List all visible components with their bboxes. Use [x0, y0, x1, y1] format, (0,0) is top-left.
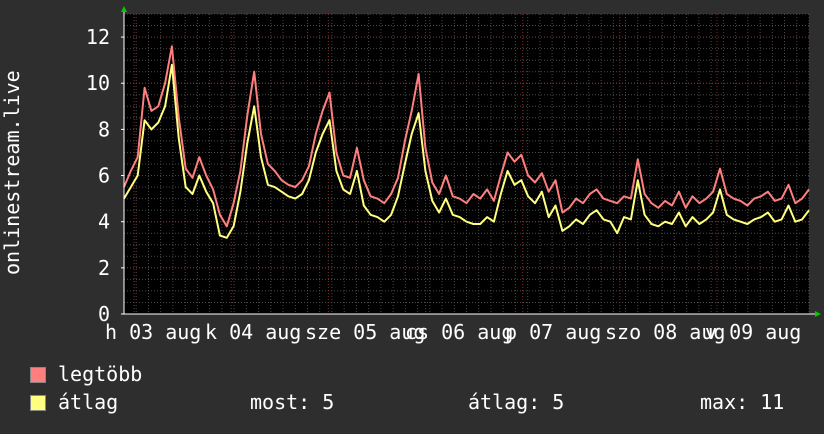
y-tick-label: 2 — [98, 256, 110, 280]
y-tick-label: 8 — [98, 117, 110, 141]
y-tick-labels: 024681012 — [86, 25, 110, 326]
stat-average: átlag: 5 — [468, 390, 565, 414]
legend-swatch-avg — [30, 395, 46, 411]
y-axis-label: onlinestream.live — [0, 70, 24, 275]
x-tick-labels: h 03 aug k 04 aug sze 05 augcs 06 augp 07 … — [105, 320, 801, 344]
y-tick-label: 4 — [98, 210, 110, 234]
y-tick-label: 10 — [86, 71, 110, 95]
legend-swatch-max — [30, 367, 46, 383]
y-axis-arrow-icon — [121, 6, 127, 12]
y-tick-label: 6 — [98, 164, 110, 188]
legend-label-avg: átlag — [58, 390, 119, 414]
chart: 0 2 4 6 8 10 12 h 03 aug k 04 aug sze 05 aug cs 0… — [0, 0, 824, 430]
x-tick-label: p 07 aug — [505, 320, 601, 344]
x-axis-arrow-icon — [815, 311, 821, 317]
stat-max: max: 11 — [700, 390, 785, 414]
x-tick-label: k 04 aug — [205, 320, 301, 344]
legend-label-max: legtöbb — [58, 362, 143, 386]
stat-now: most: 5 — [250, 390, 335, 414]
x-tick-label: h 03 aug — [105, 320, 201, 344]
x-tick-label: cs 06 aug — [405, 320, 513, 344]
x-tick-label: v 09 aug — [705, 320, 801, 344]
y-tick-label: 12 — [86, 25, 110, 49]
